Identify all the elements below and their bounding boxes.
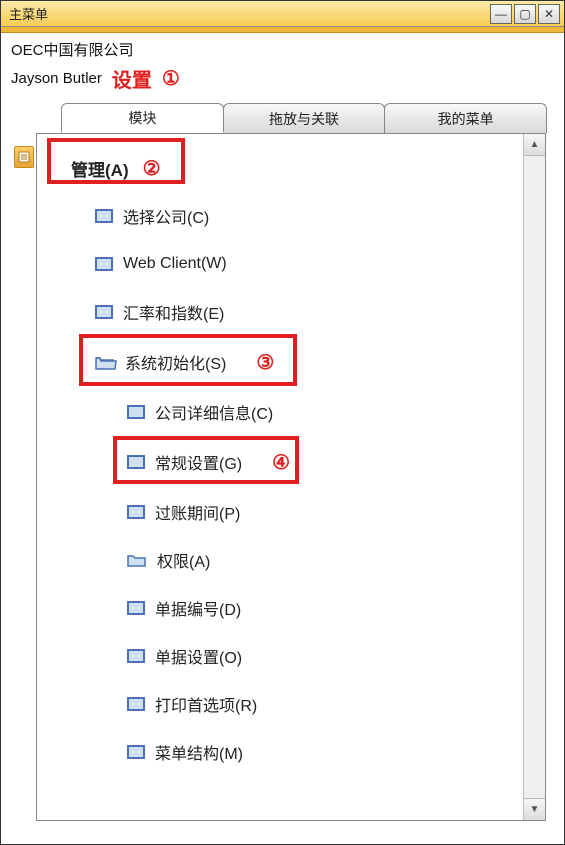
tree-item-document-settings[interactable]: 单据设置(O): [37, 632, 523, 680]
module-side-icon: [14, 146, 34, 166]
tree-item-exchange-index[interactable]: 汇率和指数(E): [37, 288, 523, 336]
vertical-scrollbar[interactable]: ▲ ▼: [523, 134, 545, 820]
window-controls: — ▢ ✕: [490, 4, 560, 24]
document-icon: [18, 151, 30, 163]
tabs-row: 模块 拖放与关联 我的菜单: [61, 103, 546, 133]
window-icon: [95, 305, 113, 319]
content-frame: 管理(A) ② 选择公司(C) Web Client(W) 汇率和指数(E): [36, 133, 546, 821]
folder-open-icon: [95, 355, 115, 370]
company-name: OEC中国有限公司: [11, 39, 554, 60]
tree-label-exchange-index: 汇率和指数(E): [123, 300, 224, 324]
tree-item-document-numbering[interactable]: 单据编号(D): [37, 584, 523, 632]
tree-label-company-details: 公司详细信息(C): [155, 400, 273, 424]
tree-label-select-company: 选择公司(C): [123, 204, 209, 228]
tree-label-general-settings: 常规设置(G): [155, 450, 242, 474]
tree-label-permissions: 权限(A): [157, 548, 210, 572]
main-menu-window: 主菜单 — ▢ ✕ OEC中国有限公司 Jayson Butler 设置 ① 模…: [0, 0, 565, 845]
tree-item-permissions[interactable]: 权限(A): [37, 536, 523, 584]
tree-label-menu-structure: 菜单结构(M): [155, 740, 243, 764]
tree-label-print-preferences: 打印首选项(R): [155, 692, 257, 716]
tab-drag-assoc[interactable]: 拖放与关联: [223, 103, 386, 133]
tree-label-web-client: Web Client(W): [123, 255, 227, 273]
folder-icon: [127, 553, 147, 568]
tree-item-web-client[interactable]: Web Client(W): [37, 240, 523, 288]
tree-item-posting-periods[interactable]: 过账期间(P): [37, 488, 523, 536]
chevron-down-icon: ▼: [530, 804, 540, 815]
window-icon: [127, 745, 145, 759]
tree-label-admin: 管理(A): [71, 156, 129, 181]
window-icon: [127, 405, 145, 419]
tree-item-print-preferences[interactable]: 打印首选项(R): [37, 680, 523, 728]
annotation-1: ①: [162, 66, 180, 91]
window-icon: [127, 455, 145, 469]
close-button[interactable]: ✕: [538, 4, 560, 24]
tree-item-admin[interactable]: 管理(A) ②: [37, 144, 523, 192]
window-title: 主菜单: [5, 4, 490, 23]
scroll-down-button[interactable]: ▼: [524, 798, 545, 820]
window-icon: [127, 649, 145, 663]
window-icon: [127, 505, 145, 519]
annotation-2: ②: [143, 156, 161, 181]
annotation-3: ③: [256, 350, 274, 375]
window-icon: [95, 209, 113, 223]
chevron-up-icon: ▲: [530, 139, 540, 150]
tree-pane: 管理(A) ② 选择公司(C) Web Client(W) 汇率和指数(E): [37, 134, 523, 820]
tree-item-company-details[interactable]: 公司详细信息(C): [37, 388, 523, 436]
user-name: Jayson Butler: [11, 70, 102, 87]
tree-label-system-init: 系统初始化(S): [125, 350, 226, 374]
tree-label-document-numbering: 单据编号(D): [155, 596, 241, 620]
annotation-4: ④: [272, 450, 290, 475]
scroll-up-button[interactable]: ▲: [524, 134, 545, 156]
minimize-button[interactable]: —: [490, 4, 512, 24]
tree-label-document-settings: 单据设置(O): [155, 644, 242, 668]
tab-modules[interactable]: 模块: [61, 103, 224, 133]
settings-annotation-label: 设置: [112, 64, 152, 93]
titlebar[interactable]: 主菜单 — ▢ ✕: [1, 1, 564, 27]
tree-label-posting-periods: 过账期间(P): [155, 500, 240, 524]
tree-item-system-init[interactable]: 系统初始化(S) ③: [37, 336, 523, 388]
window-icon: [127, 697, 145, 711]
window-icon: [95, 257, 113, 271]
header-area: OEC中国有限公司 Jayson Butler 设置 ①: [1, 33, 564, 97]
window-icon: [127, 601, 145, 615]
tree-item-select-company[interactable]: 选择公司(C): [37, 192, 523, 240]
tree-item-general-settings[interactable]: 常规设置(G) ④: [37, 436, 523, 488]
user-line: Jayson Butler 设置 ①: [11, 64, 554, 93]
maximize-button[interactable]: ▢: [514, 4, 536, 24]
tab-my-menu[interactable]: 我的菜单: [384, 103, 547, 133]
tree-item-menu-structure[interactable]: 菜单结构(M): [37, 728, 523, 776]
